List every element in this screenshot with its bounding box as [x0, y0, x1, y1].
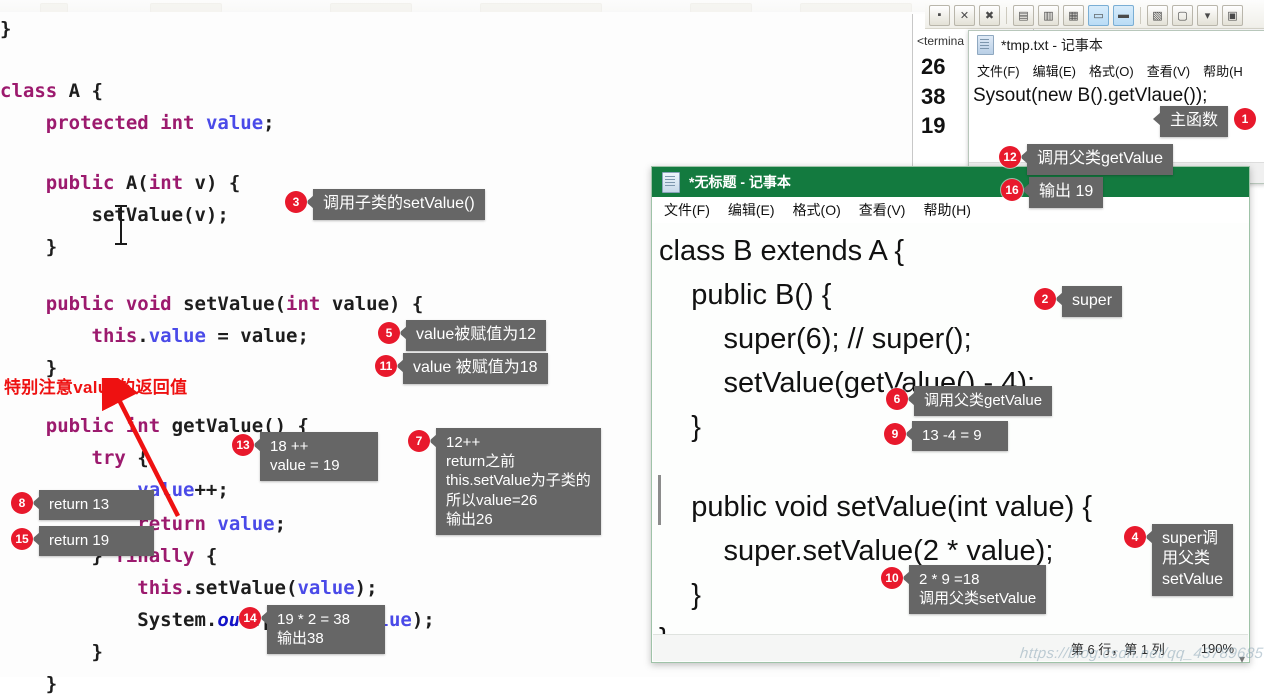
notepad-code-line: }: [659, 579, 701, 611]
notepad-code-line: public B() {: [659, 279, 832, 311]
callout-text: 13 -4 = 9: [905, 421, 1008, 452]
stop-icon[interactable]: ▪: [929, 4, 950, 26]
editor-text-caret: [115, 205, 127, 245]
callout-10: 10 2 * 9 =18 调用父类setValue: [881, 565, 1047, 615]
tmp-notepad-titlebar[interactable]: *tmp.txt - 记事本: [969, 31, 1264, 59]
menu-item-view[interactable]: 查看(V): [859, 200, 906, 220]
menu-item-file[interactable]: 文件(F): [977, 61, 1020, 80]
notepad-code-line: super(6); // super();: [659, 323, 972, 355]
watermark: https://blog.csdn.net/qq_43789685: [1019, 645, 1264, 662]
callout-15: 15 return 19: [11, 526, 154, 557]
callout-badge: 5: [378, 322, 400, 344]
notepad-code-line: }: [659, 411, 701, 443]
console-tab-label: <termina: [917, 34, 965, 48]
menu-item-format[interactable]: 格式(O): [793, 200, 841, 220]
callout-3: 3 调用子类的setValue(): [285, 189, 485, 221]
new-window-icon[interactable]: ▣: [1222, 4, 1243, 26]
tmp-notepad-title: *tmp.txt - 记事本: [1001, 37, 1103, 53]
callout-badge: 13: [232, 434, 254, 456]
callout-badge: 16: [1001, 179, 1023, 201]
callout-badge: 8: [11, 492, 33, 514]
callout-text: 主函数: [1152, 106, 1229, 138]
callout-text: 19 * 2 = 38 输出38: [260, 605, 385, 655]
callout-8: 8 return 13: [11, 490, 154, 521]
menu-item-file[interactable]: 文件(F): [664, 200, 710, 220]
pin-console-icon[interactable]: ▭: [1088, 4, 1109, 26]
tmp-notepad-text[interactable]: Sysout(new B().getVlaue());: [969, 81, 1264, 107]
console-output-line: 38: [921, 83, 946, 109]
word-wrap-icon[interactable]: ▦: [1063, 4, 1084, 26]
callout-badge: 6: [886, 388, 908, 410]
menu-item-edit[interactable]: 编辑(E): [728, 200, 775, 220]
callout-text: return 13: [32, 490, 154, 521]
callout-text: 12++ return之前 this.setValue为子类的 所以value=…: [429, 428, 601, 535]
callout-badge: 12: [999, 146, 1021, 168]
menu-item-view[interactable]: 查看(V): [1147, 61, 1190, 80]
toolbar-separator: [1140, 6, 1141, 24]
callout-text: 18 ++ value = 19: [253, 432, 378, 482]
callout-text: value被赋值为12: [398, 320, 547, 352]
callout-16: 16 输出 19: [1001, 177, 1104, 209]
console-output-line: 19: [921, 113, 946, 139]
console-output: 26 38 19: [921, 52, 945, 141]
callout-text: return 19: [32, 526, 154, 557]
notepad-code-line: super.setValue(2 * value);: [659, 535, 1054, 567]
callout-badge: 2: [1034, 288, 1056, 310]
toolbar-separator: [1006, 6, 1007, 24]
callout-12: 12 调用父类getValue: [999, 144, 1173, 176]
console-clear-icon[interactable]: ▤: [1013, 4, 1034, 26]
eclipse-toolbar[interactable]: ▪ ✕ ✖ ▤ ▥ ▦ ▭ ▬ ▧ ▢ ▾ ▣: [925, 2, 1264, 29]
menu-item-format[interactable]: 格式(O): [1089, 61, 1134, 80]
callout-text: value 被赋值为18: [396, 353, 548, 385]
menu-item-help[interactable]: 帮助(H: [1203, 61, 1243, 80]
notepad-code-line: class B extends A {: [659, 235, 905, 267]
notepad-code-line: }: [659, 625, 669, 635]
callout-badge: 7: [408, 430, 430, 452]
callout-text: super调 用父类 setValue: [1144, 524, 1234, 597]
callout-badge: 1: [1234, 108, 1257, 130]
console-dropdown-icon[interactable]: ▾: [1197, 4, 1218, 26]
callout-text: super: [1054, 286, 1123, 318]
notepad-title: *无标题 - 记事本: [689, 174, 791, 190]
callout-5: 5 value被赋值为12: [378, 320, 547, 352]
callout-1: 1 主函数: [1152, 106, 1257, 138]
menu-item-edit[interactable]: 编辑(E): [1033, 61, 1076, 80]
lock-scroll-icon[interactable]: ▥: [1038, 4, 1059, 26]
notepad-code-line: public void setValue(int value) {: [659, 491, 1093, 523]
terminate-icon[interactable]: ✕: [954, 4, 975, 26]
callout-badge: 4: [1124, 526, 1146, 548]
callout-9: 9 13 -4 = 9: [884, 421, 1008, 452]
display-selected-console-icon[interactable]: ▬: [1113, 4, 1134, 26]
tmp-notepad-menubar[interactable]: 文件(F) 编辑(E) 格式(O) 查看(V) 帮助(H: [969, 59, 1264, 81]
callout-text: 调用子类的setValue(): [306, 189, 485, 221]
callout-badge: 15: [11, 528, 33, 550]
callout-badge: 11: [375, 355, 397, 377]
callout-badge: 9: [884, 423, 906, 445]
callout-13: 13 18 ++ value = 19: [232, 432, 378, 482]
callout-text: 调用父类getValue: [906, 386, 1053, 417]
console-output-line: 26: [921, 54, 946, 79]
callout-6: 6 调用父类getValue: [886, 386, 1053, 417]
remove-all-icon[interactable]: ✖: [979, 4, 1000, 26]
open-console-icon[interactable]: ▧: [1147, 4, 1168, 26]
callout-text: 输出 19: [1021, 177, 1104, 209]
callout-badge: 3: [285, 191, 307, 213]
new-console-icon[interactable]: ▢: [1172, 4, 1193, 26]
notepad-menubar[interactable]: 文件(F) 编辑(E) 格式(O) 查看(V) 帮助(H): [652, 197, 1249, 223]
callout-text: 2 * 9 =18 调用父类setValue: [901, 565, 1047, 615]
callout-badge: 14: [239, 607, 261, 629]
notepad-icon: [977, 35, 994, 55]
callout-11: 11 value 被赋值为18: [375, 353, 548, 385]
callout-4: 4 super调 用父类 setValue: [1124, 524, 1234, 597]
callout-7: 7 12++ return之前 this.setValue为子类的 所以valu…: [408, 428, 601, 535]
callout-14: 14 19 * 2 = 38 输出38: [239, 605, 385, 655]
callout-2: 2 super: [1034, 286, 1123, 318]
notepad-icon: [662, 171, 680, 193]
callout-badge: 10: [881, 567, 903, 589]
menu-item-help[interactable]: 帮助(H): [923, 200, 970, 220]
callout-text: 调用父类getValue: [1020, 144, 1173, 176]
